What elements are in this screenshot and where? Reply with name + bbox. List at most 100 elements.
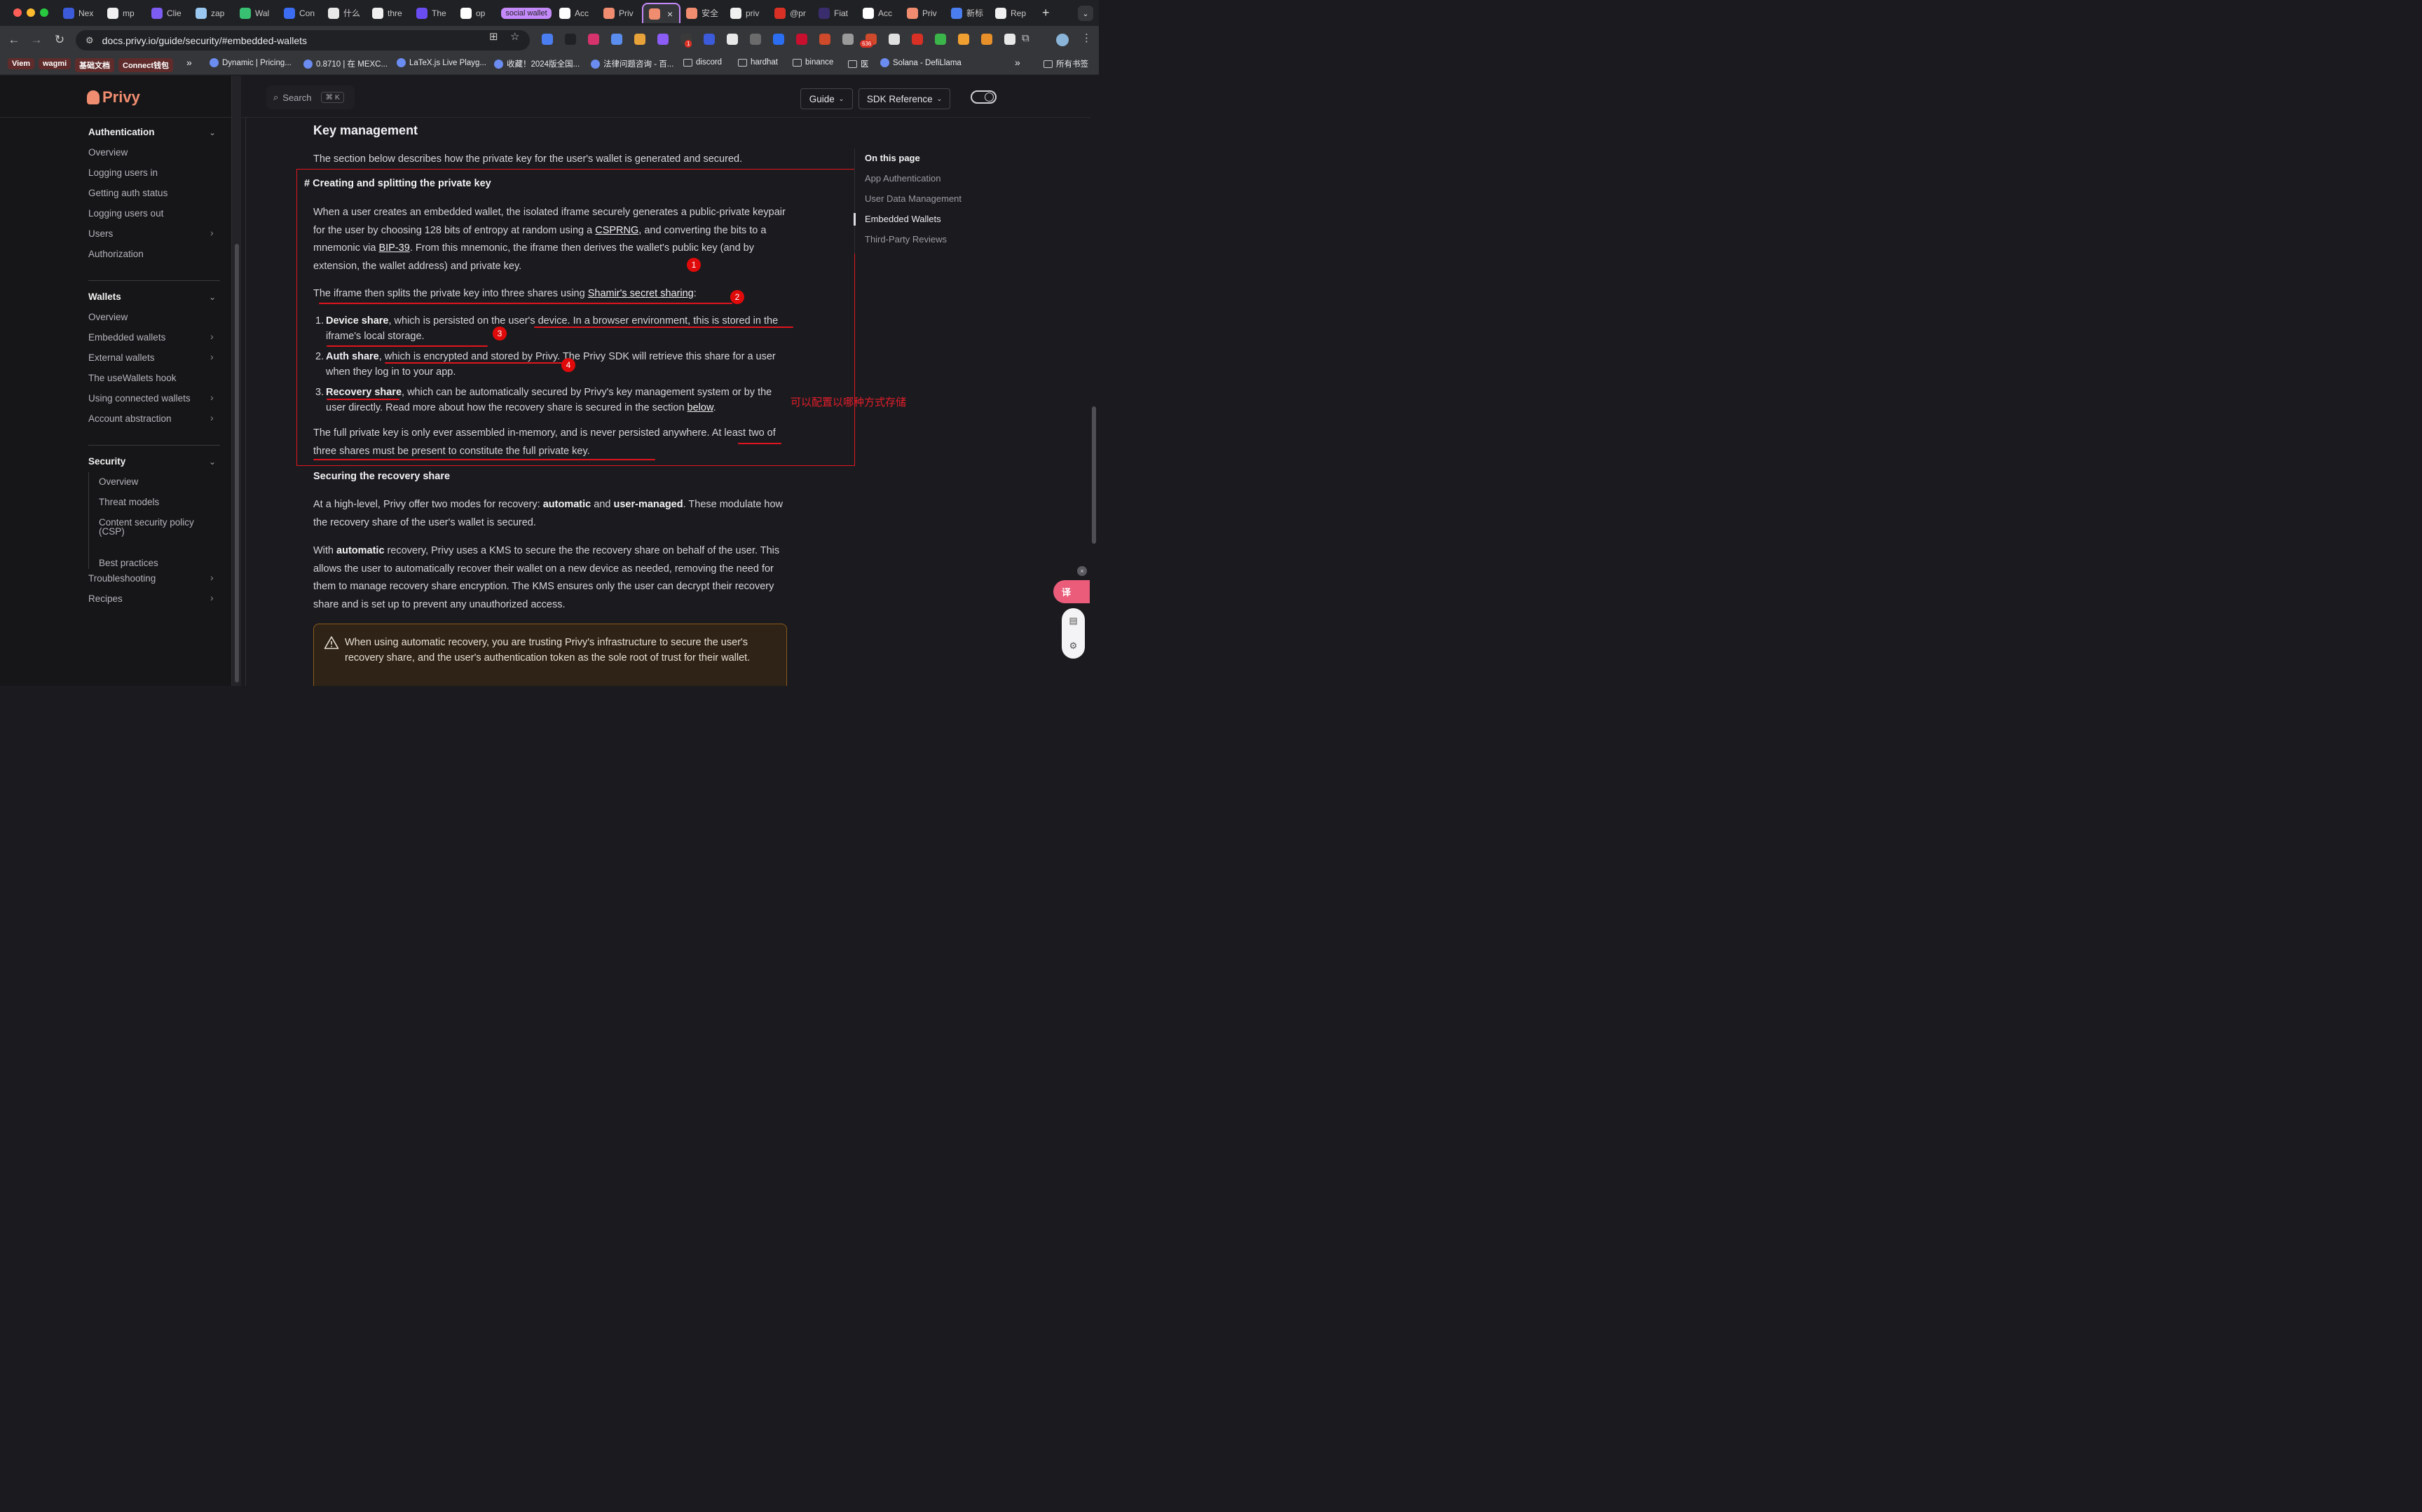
- sidebar-item[interactable]: Getting auth status: [88, 188, 167, 198]
- more-menu-icon[interactable]: ⋮: [1081, 32, 1092, 44]
- reload-button[interactable]: ↻: [53, 33, 67, 47]
- sidebar-section-title[interactable]: Wallets: [88, 291, 121, 302]
- bookmark-star-icon[interactable]: ☆: [510, 30, 519, 43]
- document-icon[interactable]: ▤: [1069, 615, 1077, 626]
- extension-icon[interactable]: [935, 34, 946, 45]
- bookmarks-overflow-button[interactable]: »: [1015, 57, 1020, 68]
- sidebar-item[interactable]: Account abstraction: [88, 413, 172, 424]
- extension-icon[interactable]: [889, 34, 900, 45]
- bookmark-item[interactable]: Viem: [8, 58, 35, 69]
- extension-icon[interactable]: [634, 34, 645, 45]
- theme-toggle[interactable]: [971, 90, 997, 104]
- extension-icon[interactable]: [565, 34, 576, 45]
- forward-button[interactable]: →: [29, 33, 43, 47]
- close-tab-icon[interactable]: ×: [667, 8, 673, 20]
- extension-icon[interactable]: [1004, 34, 1015, 45]
- translate-icon[interactable]: ⊞: [489, 30, 498, 43]
- chevron-down-icon[interactable]: ⌄: [209, 128, 216, 137]
- chevron-right-icon[interactable]: ›: [210, 412, 214, 423]
- extension-icon[interactable]: [588, 34, 599, 45]
- extension-icon[interactable]: [657, 34, 669, 45]
- browser-tab[interactable]: Acc: [857, 3, 901, 23]
- heading-anchor[interactable]: #: [304, 178, 310, 189]
- chevron-right-icon[interactable]: ›: [210, 572, 214, 583]
- close-icon[interactable]: ×: [1077, 566, 1087, 576]
- bookmark-item[interactable]: hardhat: [738, 58, 778, 67]
- extension-icon[interactable]: [819, 34, 830, 45]
- browser-tab[interactable]: Con: [278, 3, 322, 23]
- chevron-right-icon[interactable]: ›: [210, 227, 214, 238]
- toc-item-third-party-reviews[interactable]: Third-Party Reviews: [865, 234, 947, 245]
- sidebar-section-title[interactable]: Authentication: [88, 127, 155, 137]
- sidebar-item[interactable]: Overview: [99, 476, 138, 487]
- extension-icon[interactable]: [842, 34, 854, 45]
- extension-icon[interactable]: [727, 34, 738, 45]
- sidebar-item[interactable]: Logging users out: [88, 208, 163, 219]
- extension-icon[interactable]: [611, 34, 622, 45]
- browser-tab[interactable]: 新标: [945, 3, 990, 23]
- profile-avatar[interactable]: [1056, 34, 1069, 46]
- bookmark-item[interactable]: binance: [793, 58, 833, 67]
- browser-tab[interactable]: Rep: [990, 3, 1034, 23]
- maximize-window-button[interactable]: [40, 8, 48, 17]
- browser-tab[interactable]: Clie: [146, 3, 190, 23]
- sidebar-item[interactable]: Embedded wallets: [88, 332, 165, 343]
- browser-tab[interactable]: Priv: [901, 3, 945, 23]
- bookmark-item[interactable]: 0.8710 | 在 MEXC...: [303, 58, 388, 69]
- extension-icon[interactable]: [912, 34, 923, 45]
- toc-item-app-authentication[interactable]: App Authentication: [865, 173, 940, 184]
- browser-tab[interactable]: zap: [190, 3, 234, 23]
- site-info-icon[interactable]: ⚙: [85, 35, 94, 46]
- browser-tab[interactable]: op: [455, 3, 499, 23]
- sidebar-item[interactable]: Overview: [88, 312, 128, 322]
- sidebar-section-title[interactable]: Security: [88, 456, 125, 467]
- extension-icon[interactable]: [750, 34, 761, 45]
- browser-tab[interactable]: priv: [725, 3, 769, 23]
- privy-logo[interactable]: Privy: [87, 88, 140, 106]
- bookmark-item[interactable]: Dynamic | Pricing...: [210, 58, 292, 67]
- sidebar-scroll-thumb[interactable]: [235, 244, 239, 682]
- browser-tab[interactable]: Nex: [57, 3, 102, 23]
- chevron-down-icon[interactable]: ⌄: [209, 292, 216, 302]
- browser-tab[interactable]: 安全: [680, 3, 725, 23]
- below-link[interactable]: below: [687, 402, 713, 413]
- browser-tab[interactable]: Wal: [234, 3, 278, 23]
- browser-tab[interactable]: @pr: [769, 3, 813, 23]
- bookmark-item[interactable]: 医: [848, 58, 869, 69]
- sdk-reference-dropdown[interactable]: SDK Reference ⌄: [858, 88, 950, 109]
- browser-tab[interactable]: Fiat: [813, 3, 857, 23]
- minimize-window-button[interactable]: [27, 8, 35, 17]
- tab-search-button[interactable]: ⌄: [1078, 6, 1093, 21]
- close-window-button[interactable]: [13, 8, 22, 17]
- settings-icon[interactable]: ⚙: [1069, 640, 1078, 652]
- extension-icon[interactable]: [704, 34, 715, 45]
- sidebar-item[interactable]: (CSP): [99, 526, 125, 537]
- extension-icon[interactable]: [796, 34, 807, 45]
- extension-icon[interactable]: [773, 34, 784, 45]
- extension-icon[interactable]: [958, 34, 969, 45]
- extension-icon[interactable]: [542, 34, 553, 45]
- browser-tab[interactable]: mp: [102, 3, 146, 23]
- extensions-puzzle-icon[interactable]: ⧉: [1022, 32, 1029, 44]
- sidebar-item[interactable]: Overview: [88, 147, 128, 158]
- translate-widget-button[interactable]: 译: [1053, 580, 1090, 603]
- sidebar-item[interactable]: The useWallets hook: [88, 373, 177, 383]
- back-button[interactable]: ←: [7, 33, 21, 47]
- chevron-right-icon[interactable]: ›: [210, 331, 214, 342]
- bip39-link[interactable]: BIP-39: [378, 242, 409, 254]
- sidebar-item[interactable]: Users: [88, 228, 113, 239]
- sidebar-item[interactable]: Troubleshooting: [88, 573, 156, 584]
- address-bar[interactable]: ⚙ docs.privy.io/guide/security/#embedded…: [76, 30, 530, 50]
- sidebar-item[interactable]: Threat models: [99, 497, 159, 507]
- bookmark-item[interactable]: Connect钱包: [118, 58, 173, 72]
- sidebar-scrollbar[interactable]: [231, 76, 241, 686]
- cspring-link[interactable]: CSPRNG: [595, 225, 638, 236]
- bookmark-item[interactable]: 所有书签: [1044, 58, 1088, 69]
- tab-group-label[interactable]: social wallet: [499, 3, 554, 23]
- chevron-right-icon[interactable]: ›: [210, 351, 214, 362]
- extension-icon[interactable]: [981, 34, 992, 45]
- chevron-right-icon[interactable]: ›: [210, 592, 214, 603]
- bookmark-item[interactable]: Solana - DefiLlama: [880, 58, 962, 67]
- sidebar-item[interactable]: Authorization: [88, 249, 144, 259]
- sidebar-item[interactable]: Using connected wallets: [88, 393, 191, 404]
